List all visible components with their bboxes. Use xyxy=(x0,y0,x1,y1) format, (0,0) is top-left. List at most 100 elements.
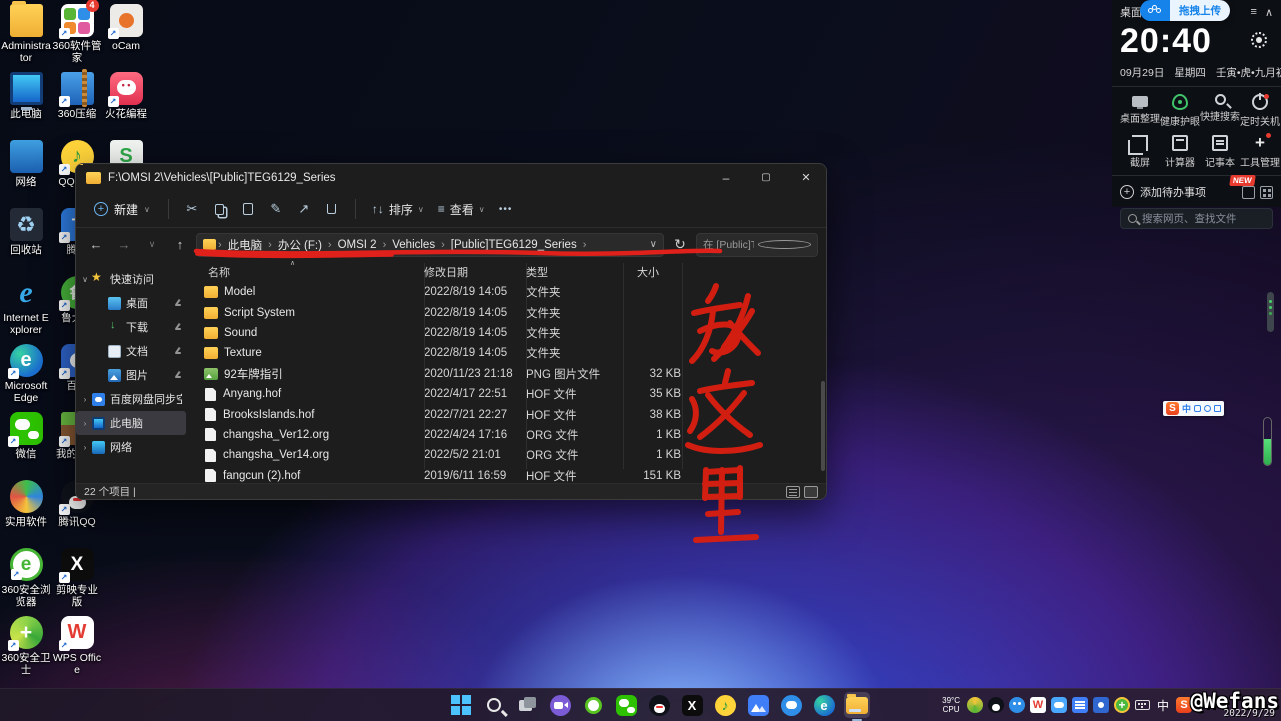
column-header-date[interactable]: 修改日期 xyxy=(424,264,526,280)
assistant-search-box[interactable]: 搜索网页、查找文件 xyxy=(1120,208,1273,229)
address-dropdown-icon[interactable]: ∨ xyxy=(650,239,657,250)
view-button[interactable]: ≡查看∨ xyxy=(432,197,491,222)
nav-item-文档[interactable]: 文档 xyxy=(76,339,186,363)
nav-item-下载[interactable]: 下载 xyxy=(76,315,186,339)
desktop-icon[interactable]: e↗Microsoft Edge xyxy=(1,344,51,412)
details-view-button[interactable] xyxy=(786,486,800,498)
qr-grid-icon[interactable] xyxy=(1260,186,1273,199)
desktop-icon[interactable]: Administrator xyxy=(1,4,51,72)
desktop-icon[interactable]: ↗360压缩 xyxy=(52,72,102,140)
nav-item-此电脑[interactable]: ›此电脑 xyxy=(76,411,186,435)
taskbar-qq-music-button[interactable]: ♪ xyxy=(712,692,738,718)
desktop-icon[interactable]: ↗微信 xyxy=(1,412,51,480)
ime-skin-icon[interactable] xyxy=(1214,405,1221,412)
delete-button[interactable] xyxy=(319,196,345,222)
breadcrumb-item[interactable]: 此电脑 xyxy=(224,235,267,255)
file-row[interactable]: changsha_Ver12.org2022/4/24 17:16ORG 文件1… xyxy=(186,425,826,445)
nav-item-桌面[interactable]: 桌面 xyxy=(76,291,186,315)
large-icons-view-button[interactable] xyxy=(804,486,818,498)
qq-tray-icon[interactable] xyxy=(988,697,1004,713)
refresh-button[interactable]: ↻ xyxy=(668,233,692,257)
expand-chevron-icon[interactable]: › xyxy=(78,443,92,452)
forward-button[interactable]: → xyxy=(112,233,136,257)
vertical-scrollbar[interactable] xyxy=(821,381,825,471)
desktop-icon[interactable]: 此电脑 xyxy=(1,72,51,140)
assistant-tool-桌面整理[interactable]: 桌面整理 xyxy=(1120,94,1160,128)
taskbar-qq-button[interactable] xyxy=(646,692,672,718)
close-button[interactable]: ✕ xyxy=(786,164,826,191)
file-row[interactable]: fangcun (2).hof2019/6/11 16:59HOF 文件151 … xyxy=(186,466,826,486)
sort-button[interactable]: ↑↓排序∨ xyxy=(366,197,430,222)
title-bar[interactable]: F:\OMSI 2\Vehicles\[Public]TEG6129_Serie… xyxy=(76,164,826,191)
assistant-tool-截屏[interactable]: 截屏 xyxy=(1120,135,1160,169)
taskbar-wechat-button[interactable] xyxy=(613,692,639,718)
collapse-icon[interactable]: ∧ xyxy=(1265,6,1273,19)
address-bar[interactable]: ›此电脑›办公 (F:)›OMSI 2›Vehicles›[Public]TEG… xyxy=(196,233,664,257)
nav-item-快速访问[interactable]: ∨快速访问 xyxy=(76,267,186,291)
breadcrumb-item[interactable]: OMSI 2 xyxy=(334,237,381,253)
cut-button[interactable]: ✂ xyxy=(179,196,205,222)
file-row[interactable]: Sound2022/8/19 14:05文件夹 xyxy=(186,323,826,343)
assistant-tool-健康护眼[interactable]: 健康护眼 xyxy=(1160,94,1200,128)
cpu-temp-indicator[interactable]: 39°CCPU xyxy=(942,696,960,714)
desktop-icon[interactable]: ↗火花编程 xyxy=(101,72,151,140)
new-button[interactable]: + 新建 ∨ xyxy=(86,197,158,222)
desktop-icon[interactable]: ↗4360软件管家 xyxy=(52,4,102,72)
sogou-input-bar[interactable]: S 中 xyxy=(1163,401,1224,416)
ime-mode-icon[interactable]: 中 xyxy=(1155,697,1171,713)
notes-icon[interactable] xyxy=(1242,186,1255,199)
history-dropdown-button[interactable]: ∨ xyxy=(140,233,164,257)
taskbar-360-safe-button[interactable] xyxy=(580,692,606,718)
taskbar-capcut-button[interactable]: X xyxy=(679,692,705,718)
sogou-icon[interactable]: S xyxy=(1176,697,1192,713)
more-button[interactable]: ••• xyxy=(493,196,519,222)
maximize-button[interactable]: ▢ xyxy=(746,164,786,191)
ime-emoji-icon[interactable] xyxy=(1204,405,1211,412)
nav-item-网络[interactable]: ›网络 xyxy=(76,435,186,459)
taskbar-qq-browser-button[interactable] xyxy=(778,692,804,718)
taskbar-start-button[interactable] xyxy=(448,692,474,718)
file-row[interactable]: Script System2022/8/19 14:05文件夹 xyxy=(186,302,826,322)
360-tray-icon[interactable] xyxy=(1009,697,1025,713)
desktop-icon[interactable]: +↗360安全卫士 xyxy=(1,616,51,684)
desktop-icon[interactable]: eInternet Explorer xyxy=(1,276,51,344)
taskbar-edge-button[interactable]: e xyxy=(811,692,837,718)
rename-button[interactable]: ✎ xyxy=(263,196,289,222)
breadcrumb-item[interactable]: [Public]TEG6129_Series xyxy=(447,237,581,253)
taskbar-docs-app-button[interactable] xyxy=(745,692,771,718)
back-button[interactable]: ← xyxy=(84,233,108,257)
file-row[interactable]: 92车牌指引2020/11/23 21:18PNG 图片文件32 KB xyxy=(186,364,826,384)
file-row[interactable]: Model2022/8/19 14:05文件夹 xyxy=(186,282,826,302)
file-row[interactable]: BrooksIslands.hof2022/7/21 22:27HOF 文件38… xyxy=(186,404,826,424)
sidebar-handle[interactable] xyxy=(1267,292,1274,332)
desktop-icon[interactable]: 网络 xyxy=(1,140,51,208)
wps-tray-icon[interactable]: W xyxy=(1030,697,1046,713)
column-header-type[interactable]: 类型 xyxy=(526,264,623,280)
file-row[interactable]: changsha_Ver14.org2022/5/2 21:01ORG 文件1 … xyxy=(186,445,826,465)
taskbar-file-explorer-button[interactable] xyxy=(844,692,870,718)
desktop-icon[interactable]: ♻回收站 xyxy=(1,208,51,276)
up-button[interactable]: ↑ xyxy=(168,233,192,257)
ime-punctuation-icon[interactable] xyxy=(1194,405,1201,412)
search-box[interactable]: 在 [Public]TEG6129_Serie... xyxy=(696,233,818,257)
file-row[interactable]: Anyang.hof2022/4/17 22:51HOF 文件35 KB xyxy=(186,384,826,404)
expand-chevron-icon[interactable]: ∨ xyxy=(78,275,92,284)
share-button[interactable]: ↗ xyxy=(291,196,317,222)
photos-tray-icon[interactable] xyxy=(1093,697,1109,713)
todo-row[interactable]: + 添加待办事项 NEW xyxy=(1120,184,1273,200)
copy-button[interactable] xyxy=(207,196,233,222)
nav-item-百度网盘同步空间[interactable]: ›百度网盘同步空间 xyxy=(76,387,186,411)
assistant-tool-工具管理[interactable]: +工具管理 xyxy=(1240,135,1280,169)
globe-icon[interactable] xyxy=(967,697,983,713)
band-tray-icon[interactable]: + xyxy=(1114,697,1130,713)
paste-button[interactable] xyxy=(235,196,261,222)
file-row[interactable]: Texture2022/8/19 14:05文件夹 xyxy=(186,343,826,363)
nav-item-图片[interactable]: 图片 xyxy=(76,363,186,387)
cloud-tray-icon[interactable] xyxy=(1051,697,1067,713)
column-header-size[interactable]: 大小 xyxy=(623,264,681,280)
taskbar-meeting-app-button[interactable] xyxy=(547,692,573,718)
taskbar-search-button[interactable] xyxy=(481,692,507,718)
menu-icon[interactable]: ≡ xyxy=(1251,6,1257,18)
desktop-icon[interactable]: W↗WPS Office xyxy=(52,616,102,684)
drag-upload-button[interactable]: 拖拽上传 xyxy=(1140,0,1230,21)
